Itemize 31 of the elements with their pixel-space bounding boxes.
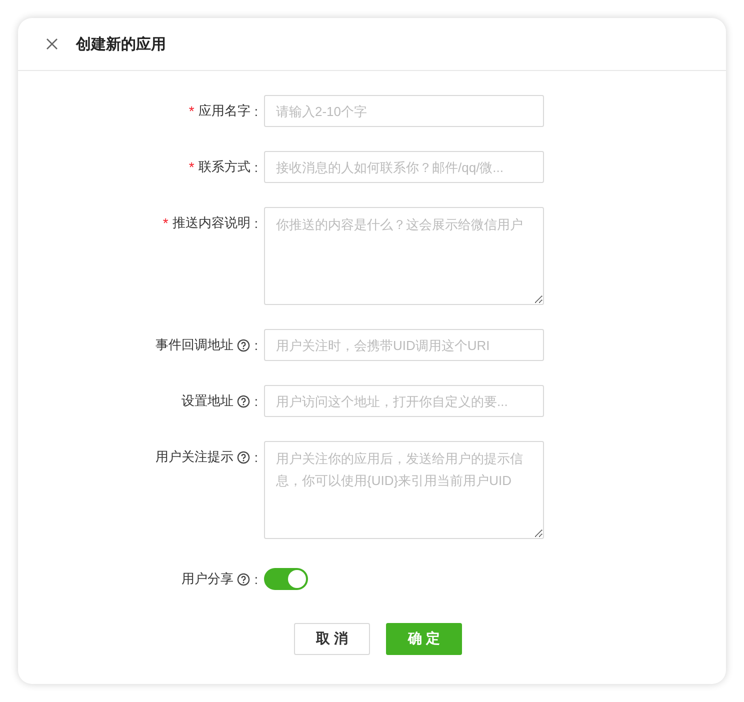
toggle-switch[interactable] <box>264 568 308 590</box>
help-icon[interactable] <box>237 338 250 352</box>
help-icon[interactable] <box>237 450 250 464</box>
field-label: 用户关注提示 <box>155 448 234 466</box>
text-field[interactable]: 用户访问这个地址，打开你自定义的要... <box>264 385 544 417</box>
field-label: 事件回调地址 <box>155 336 234 354</box>
text-field[interactable]: 请输入2-10个字 <box>264 95 544 127</box>
colon: : <box>254 104 258 118</box>
field-label: 用户分享 <box>181 570 234 588</box>
colon: : <box>254 216 258 230</box>
required-mark: * <box>188 103 194 119</box>
dialog-title: 创建新的应用 <box>76 34 166 54</box>
colon: : <box>254 572 258 586</box>
text-field[interactable]: 接收消息的人如何联系你？邮件/qq/微... <box>264 151 544 183</box>
colon: : <box>254 450 258 464</box>
field-label: 推送内容说明 <box>172 214 250 232</box>
text-area[interactable]: 你推送的内容是什么？这会展示给微信用户 <box>264 207 544 305</box>
help-icon[interactable] <box>237 572 250 586</box>
text-area[interactable]: 用户关注你的应用后，发送给用户的提示信息，你可以使用{UID}来引用当前用户UID <box>264 441 544 539</box>
field-label: 设置地址 <box>181 392 234 410</box>
text-field[interactable]: 用户关注时，会携带UID调用这个URI <box>264 329 544 361</box>
colon: : <box>254 338 258 352</box>
colon: : <box>254 160 258 174</box>
field-label: 应用名字 <box>198 102 250 120</box>
close-icon[interactable] <box>46 38 58 50</box>
cancel-button[interactable]: 取 消 <box>294 623 370 655</box>
colon: : <box>254 394 258 408</box>
help-icon[interactable] <box>237 394 250 408</box>
required-mark: * <box>188 159 194 175</box>
required-mark: * <box>162 215 168 231</box>
field-label: 联系方式 <box>198 158 250 176</box>
